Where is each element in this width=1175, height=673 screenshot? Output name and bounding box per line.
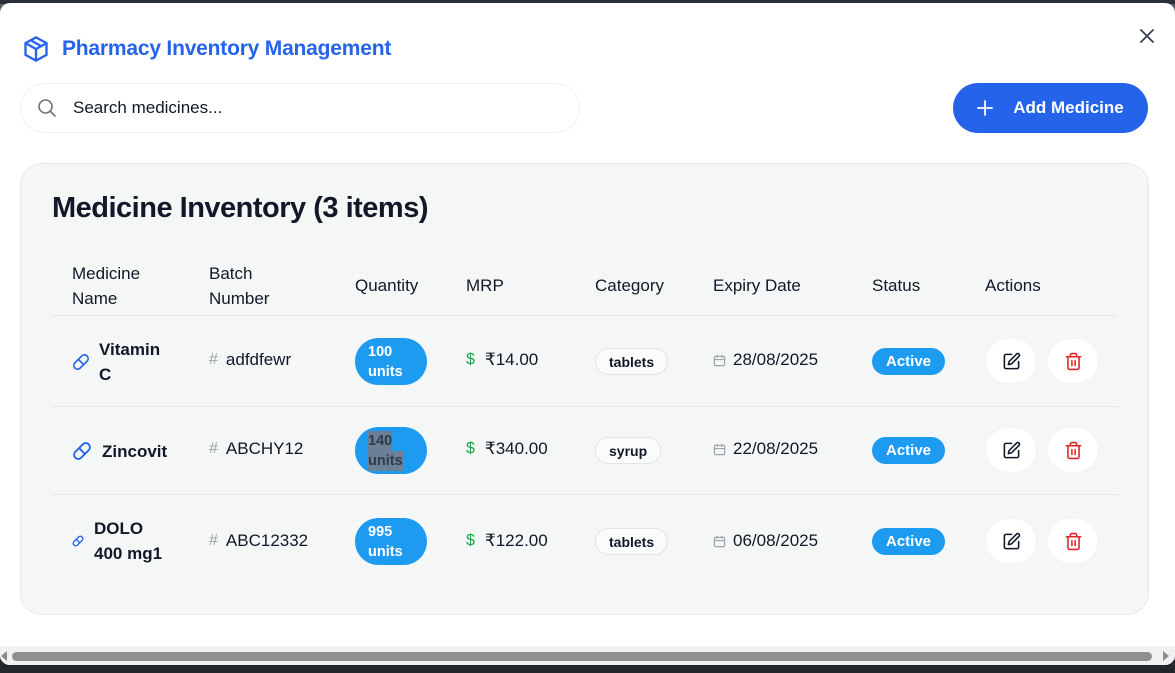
batch-number: ABC12332: [225, 531, 309, 550]
delete-button[interactable]: [1048, 519, 1098, 563]
medicine-name-cell: DOLO 400 mg1: [72, 517, 162, 565]
scroll-right-arrow-icon[interactable]: [1163, 651, 1169, 661]
category-badge: tablets: [595, 348, 669, 375]
calendar-icon: [713, 443, 726, 456]
status-badge: Active: [872, 528, 945, 555]
medicine-name: DOLO: [94, 519, 144, 538]
close-button[interactable]: [1134, 23, 1160, 49]
quantity-badge: 140 units: [355, 427, 427, 474]
batch-cell: # ABC12332: [209, 531, 308, 551]
medicine-name-line2: 400 mg1: [94, 544, 163, 563]
inventory-modal: Pharmacy Inventory Management Add Medici…: [0, 3, 1175, 665]
add-medicine-label: Add Medicine: [1013, 98, 1124, 117]
add-medicine-button[interactable]: Add Medicine: [953, 83, 1148, 133]
package-icon: [24, 36, 48, 62]
category-badge: tablets: [595, 528, 669, 555]
medicine-name: Zincovit: [102, 441, 168, 461]
status-cell: Active: [872, 348, 945, 375]
edit-button[interactable]: [986, 428, 1036, 472]
edit-button[interactable]: [986, 519, 1036, 563]
close-icon: [1140, 29, 1154, 43]
expiry-cell: 22/08/2025: [713, 439, 818, 459]
table-row: DOLO 400 mg1 # ABC12332 995 units $ ₹122…: [52, 494, 1118, 586]
trash-icon: [1065, 532, 1081, 550]
mrp-value: ₹14.00: [484, 350, 539, 369]
edit-button[interactable]: [986, 339, 1036, 383]
status-cell: Active: [872, 437, 945, 464]
column-header-actions: Actions: [985, 276, 1041, 295]
column-header-name: Medicine Name: [72, 264, 141, 308]
search-input[interactable]: [73, 98, 533, 118]
table-row: Vitamin C # adfdfewr 100 units $ ₹14.00 …: [52, 315, 1118, 406]
dollar-icon: $: [466, 532, 475, 549]
page-title: Pharmacy Inventory Management: [62, 37, 392, 60]
delete-button[interactable]: [1048, 428, 1098, 472]
pill-icon: [73, 442, 91, 460]
trash-icon: [1065, 352, 1081, 370]
edit-icon: [1003, 441, 1020, 458]
mrp-value: ₹340.00: [484, 439, 548, 458]
delete-button[interactable]: [1048, 339, 1098, 383]
hash-icon: #: [209, 351, 218, 368]
expiry-date: 22/08/2025: [733, 439, 819, 458]
trash-icon: [1065, 441, 1081, 459]
column-header-category: Category: [595, 276, 664, 295]
batch-number: ABCHY12: [225, 439, 304, 458]
status-badge: Active: [872, 348, 945, 375]
batch-number: adfdfewr: [225, 350, 292, 369]
category-cell: syrup: [595, 437, 662, 464]
modal-header: Pharmacy Inventory Management: [22, 35, 391, 63]
expiry-cell: 28/08/2025: [713, 350, 818, 370]
batch-cell: # ABCHY12: [209, 439, 303, 459]
batch-cell: # adfdfewr: [209, 350, 291, 370]
table-header: Medicine Name Batch Number Quantity MRP …: [52, 259, 1118, 315]
quantity-cell: 100 units: [355, 338, 427, 385]
expiry-cell: 06/08/2025: [713, 531, 818, 551]
medicine-name-line2: C: [99, 365, 112, 384]
edit-icon: [1003, 352, 1020, 369]
mrp-cell: $ ₹340.00: [466, 439, 548, 459]
status-badge: Active: [872, 437, 945, 464]
column-header-batch: Batch Number: [209, 264, 270, 308]
category-cell: tablets: [595, 528, 669, 555]
column-header-mrp: MRP: [466, 276, 504, 295]
expiry-date: 28/08/2025: [733, 350, 819, 369]
table-row: Zincovit # ABCHY12 140 units $ ₹340.00 s…: [52, 406, 1118, 494]
medicine-name-cell: Vitamin C: [72, 338, 160, 386]
medicine-name-cell: Zincovit: [72, 429, 167, 473]
plus-icon: [977, 100, 994, 116]
inventory-title: Medicine Inventory (3 items): [52, 192, 429, 224]
category-cell: tablets: [595, 348, 669, 375]
search-box[interactable]: [20, 83, 580, 133]
calendar-icon: [713, 535, 726, 548]
hash-icon: #: [209, 532, 218, 549]
calendar-icon: [713, 354, 726, 367]
search-icon: [38, 99, 56, 117]
pill-icon: [73, 354, 89, 370]
scroll-left-arrow-icon[interactable]: [1, 651, 7, 661]
dollar-icon: $: [466, 351, 475, 368]
medicine-name: Vitamin: [99, 340, 161, 359]
column-header-status: Status: [872, 276, 921, 295]
scroll-thumb[interactable]: [12, 652, 1152, 661]
mrp-cell: $ ₹122.00: [466, 531, 548, 551]
quantity-cell: 140 units: [355, 427, 427, 474]
inventory-panel: Medicine Inventory (3 items) Medicine Na…: [20, 163, 1149, 615]
hash-icon: #: [209, 440, 218, 457]
pill-icon: [72, 535, 84, 547]
mrp-value: ₹122.00: [484, 531, 548, 550]
quantity-cell: 995 units: [355, 518, 427, 565]
dollar-icon: $: [466, 440, 475, 457]
status-cell: Active: [872, 528, 945, 555]
expiry-date: 06/08/2025: [733, 531, 819, 550]
column-header-quantity: Quantity: [355, 276, 419, 295]
category-badge: syrup: [595, 437, 662, 464]
column-header-expiry: Expiry Date: [713, 276, 801, 295]
quantity-badge: 100 units: [355, 338, 427, 385]
mrp-cell: $ ₹14.00: [466, 350, 538, 370]
horizontal-scrollbar[interactable]: [0, 646, 1175, 665]
edit-icon: [1003, 532, 1020, 549]
quantity-badge: 995 units: [355, 518, 427, 565]
